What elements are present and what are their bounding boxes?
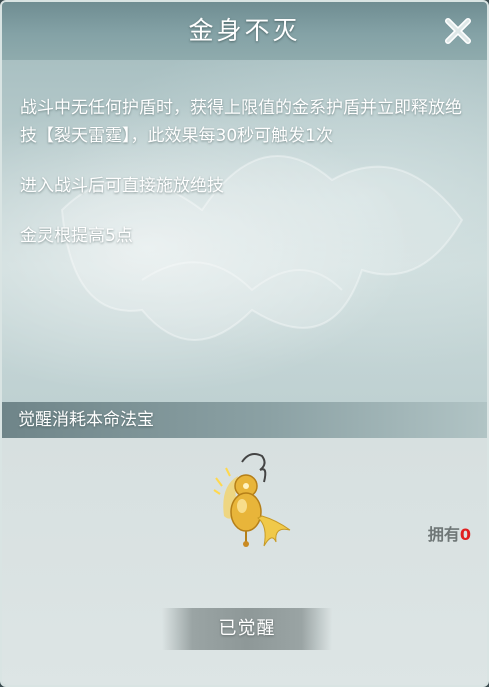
cost-item-area: 拥有0 已觉醒 [2,438,487,685]
skill-description: 战斗中无任何护盾时，获得上限值的金系护盾并立即释放绝技【裂天雷霆】，此效果每30… [20,94,475,272]
description-line-stat: 金灵根提高5点 [20,226,133,246]
dialog-title: 金身不灭 [188,16,301,45]
cost-label: 觉醒消耗本命法宝 [18,410,154,430]
owned-count: 0 [459,525,471,544]
artifact-slot[interactable] [202,446,312,556]
owned-label: 拥有 [427,525,460,544]
close-icon [445,18,471,44]
awakening-dialog: 金身不灭 战斗中无任何护盾时，获得上限值的金系护盾并立即释放绝技【裂天雷霆】，此… [0,0,489,687]
golden-gourd-artifact-icon [213,453,291,547]
description-line-cast: 进入战斗后可直接施放绝技 [20,176,224,196]
owned-count-label: 拥有0 [428,521,471,545]
cost-header: 觉醒消耗本命法宝 [2,402,487,438]
description-line-effect: 战斗中无任何护盾时，获得上限值的金系护盾并立即释放绝技【裂天雷霆】，此效果每30… [20,98,462,146]
close-button[interactable] [439,12,477,50]
awakened-button[interactable]: 已觉醒 [162,608,332,650]
